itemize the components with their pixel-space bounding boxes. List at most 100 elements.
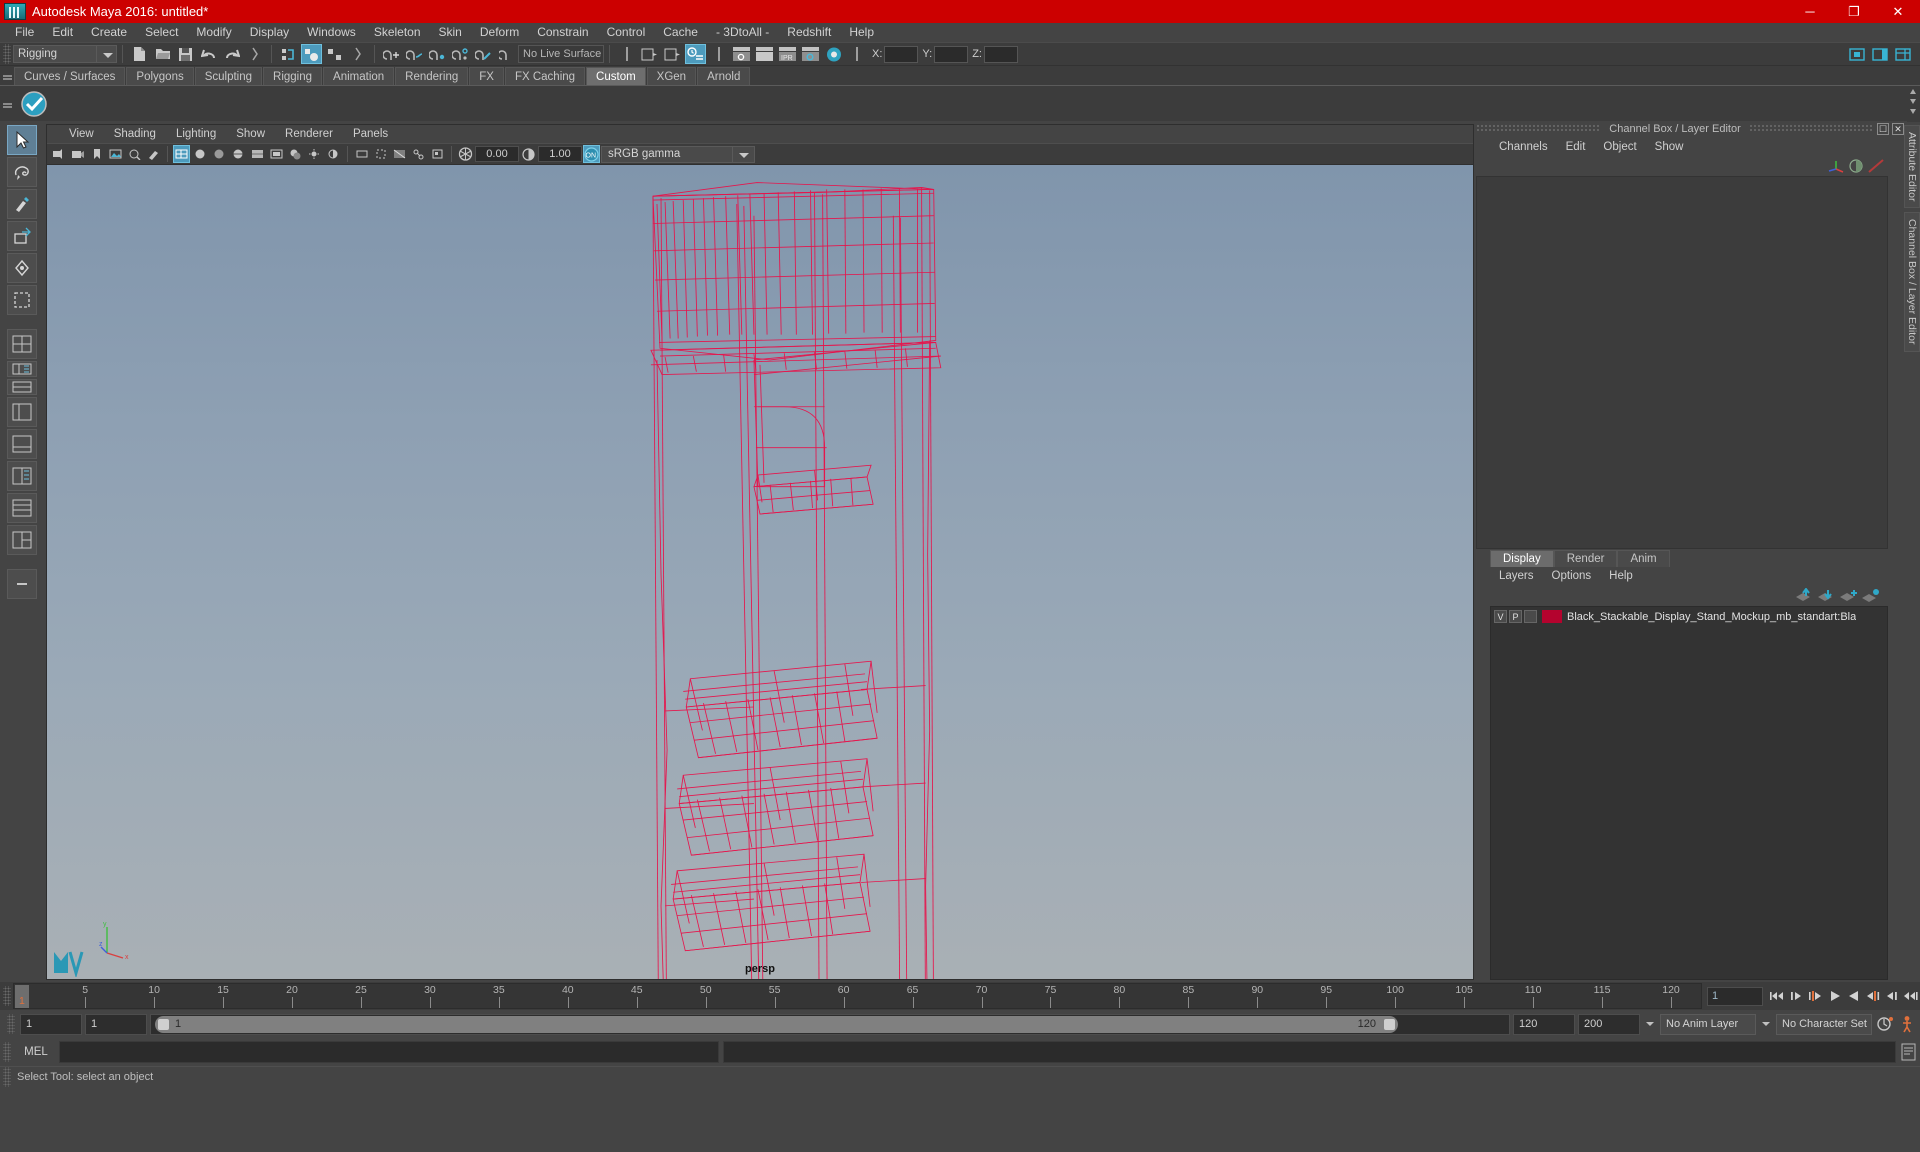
screen-space-ao-icon[interactable] <box>325 145 342 163</box>
layer-tab-render[interactable]: Render <box>1553 549 1618 567</box>
toolbar-overflow-icon[interactable] <box>347 44 368 64</box>
scale-tool-icon[interactable] <box>7 285 37 315</box>
go-to-start-icon[interactable] <box>1768 986 1787 1006</box>
render-settings-icon[interactable] <box>800 44 821 64</box>
menu-help[interactable]: Help <box>840 23 883 42</box>
move-layer-down-icon[interactable] <box>1816 588 1838 604</box>
range-slider-track[interactable]: 1 120 <box>150 1013 1510 1035</box>
shelf-tab-polygons[interactable]: Polygons <box>126 67 194 85</box>
lasso-tool-icon[interactable] <box>7 157 37 187</box>
character-set-selector[interactable]: No Character Set <box>1776 1013 1872 1035</box>
time-slider-grip[interactable] <box>3 986 11 1006</box>
viewport-menu-shading[interactable]: Shading <box>104 128 166 140</box>
range-start-handle[interactable] <box>158 1018 169 1030</box>
layer-visibility-toggle[interactable]: V <box>1494 610 1507 623</box>
menu-cache[interactable]: Cache <box>654 23 707 42</box>
shelf-grip[interactable] <box>0 66 14 85</box>
move-tool-icon[interactable] <box>7 221 37 251</box>
layer-list[interactable]: V P Black_Stackable_Display_Stand_Mockup… <box>1490 605 1888 980</box>
shadows-icon[interactable] <box>287 145 304 163</box>
play-backwards-icon[interactable] <box>1825 986 1844 1006</box>
channelbox-menu-channels[interactable]: Channels <box>1490 141 1557 153</box>
maximize-button[interactable]: ❐ <box>1832 0 1876 23</box>
open-scene-icon[interactable] <box>152 44 173 64</box>
panel-undock-icon[interactable]: ☐ <box>1877 123 1889 135</box>
tab-attribute-editor[interactable]: Attribute Editor <box>1904 125 1920 209</box>
panel-close-icon[interactable]: ✕ <box>1892 123 1904 135</box>
shelf-tab-rigging[interactable]: Rigging <box>263 67 323 85</box>
exposure-icon[interactable] <box>457 145 474 163</box>
sidebar-toggle-modeling-icon[interactable] <box>1846 44 1867 64</box>
step-back-frame-icon[interactable] <box>1806 986 1825 1006</box>
hypershade-icon[interactable] <box>823 44 844 64</box>
paint-selection-tool-icon[interactable] <box>7 189 37 219</box>
current-time-indicator[interactable]: 1 <box>15 985 29 1008</box>
grease-pencil-icon[interactable] <box>145 145 162 163</box>
shelf-tab-arnold[interactable]: Arnold <box>697 67 751 85</box>
quick-layout-single-persp-icon[interactable] <box>7 397 37 427</box>
exposure-field[interactable]: 0.00 <box>475 146 519 162</box>
live-surface-field[interactable]: No Live Surface <box>518 45 604 63</box>
step-back-key-icon[interactable] <box>1787 986 1806 1006</box>
anim-layer-chevron-down-icon[interactable] <box>1643 1014 1657 1035</box>
playback-end-time-field[interactable]: 120 <box>1513 1013 1575 1035</box>
select-by-object-type-icon[interactable] <box>301 44 322 64</box>
animation-start-time-field[interactable]: 1 <box>20 1013 82 1035</box>
command-line-grip[interactable] <box>3 1042 11 1062</box>
character-set-chevron-down-icon[interactable] <box>1759 1014 1773 1035</box>
channelbox-menu-edit[interactable]: Edit <box>1557 141 1595 153</box>
wireframe-on-shaded-icon[interactable] <box>230 145 247 163</box>
help-line-grip[interactable] <box>3 1066 11 1087</box>
xray-icon[interactable] <box>391 145 408 163</box>
wireframe-shading-icon[interactable] <box>173 145 190 163</box>
select-camera-icon[interactable] <box>50 145 67 163</box>
shelf-tab-fx-caching[interactable]: FX Caching <box>504 67 586 85</box>
menu-file[interactable]: File <box>6 23 43 42</box>
camera-attributes-icon[interactable] <box>69 145 86 163</box>
shelf-tab-curves-surfaces[interactable]: Curves / Surfaces <box>14 67 126 85</box>
axis-z-field[interactable] <box>983 45 1018 63</box>
show-hide-editors-icon[interactable] <box>846 44 867 64</box>
panel-drag-dots-left[interactable] <box>1476 125 1602 133</box>
viewport-3d-canvas[interactable]: y x z persp <box>47 165 1473 979</box>
quick-layout-persp-graph-icon[interactable] <box>7 379 37 395</box>
layer-playback-toggle[interactable]: P <box>1509 610 1522 623</box>
minimize-button[interactable]: ─ <box>1788 0 1832 23</box>
play-forwards-icon[interactable] <box>1844 986 1863 1006</box>
menu-skin[interactable]: Skin <box>430 23 471 42</box>
layer-menu-help[interactable]: Help <box>1600 570 1642 582</box>
menu-3dtoall[interactable]: - 3DtoAll - <box>707 23 778 42</box>
command-language-label[interactable]: MEL <box>13 1046 59 1058</box>
new-scene-icon[interactable] <box>129 44 150 64</box>
shelf-tab-custom[interactable]: Custom <box>586 67 646 85</box>
smooth-shade-selected-icon[interactable] <box>211 145 228 163</box>
bookmark-icon[interactable] <box>88 145 105 163</box>
shading-sphere-icon[interactable] <box>1846 158 1866 174</box>
menu-windows[interactable]: Windows <box>298 23 365 42</box>
smooth-shade-all-icon[interactable] <box>192 145 209 163</box>
quick-layout-persp-hypershade-icon[interactable] <box>7 429 37 459</box>
panel-drag-dots-right[interactable] <box>1748 125 1874 133</box>
viewport-menu-renderer[interactable]: Renderer <box>275 128 343 140</box>
quick-layout-four-view-icon[interactable] <box>7 329 37 359</box>
redo-icon[interactable] <box>221 44 242 64</box>
toolbox-collapse-icon[interactable] <box>7 569 37 599</box>
open-hypergraph-icon[interactable] <box>662 44 683 64</box>
menu-set-chevron-down-icon[interactable] <box>97 45 117 63</box>
viewport-menu-view[interactable]: View <box>59 128 104 140</box>
layer-color-swatch[interactable] <box>1542 610 1562 623</box>
red-slash-icon[interactable] <box>1866 158 1886 174</box>
viewport-menu-lighting[interactable]: Lighting <box>166 128 226 140</box>
shelf-menu-icon[interactable] <box>1907 106 1920 116</box>
menu-create[interactable]: Create <box>82 23 136 42</box>
shelf-scroll-down-icon[interactable] <box>1907 96 1920 106</box>
sidebar-toggle-channel-box-icon[interactable] <box>1892 44 1913 64</box>
layer-menu-options[interactable]: Options <box>1543 570 1601 582</box>
layer-menu-layers[interactable]: Layers <box>1490 570 1543 582</box>
quick-layout-multi-icon[interactable] <box>7 493 37 523</box>
character-animation-icon[interactable] <box>1897 1014 1916 1034</box>
range-slider-handle-bar[interactable]: 1 120 <box>155 1015 1398 1033</box>
time-slider[interactable]: 1 5 10 15 20 25 30 35 40 45 50 55 60 65 70 75 80 85 90 95 1… <box>13 983 1702 1009</box>
shelf-tab-rendering[interactable]: Rendering <box>395 67 469 85</box>
rotate-tool-icon[interactable] <box>7 253 37 283</box>
